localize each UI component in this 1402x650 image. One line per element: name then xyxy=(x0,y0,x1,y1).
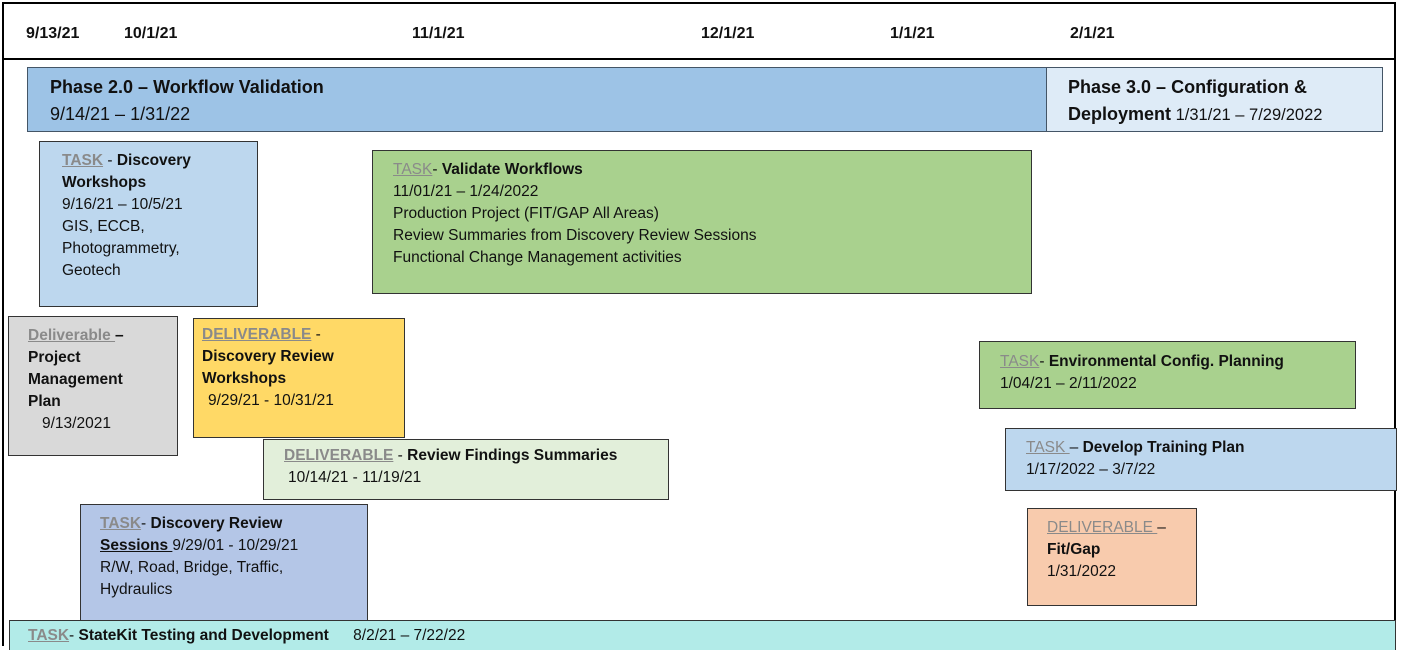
phase-title-cont: Deployment xyxy=(1068,104,1172,124)
deliverable-label: Deliverable xyxy=(28,327,116,344)
deliverable-date: 9/13/2021 xyxy=(42,415,111,432)
task-statekit: TASK- StateKit Testing and Development 8… xyxy=(9,620,1396,650)
task-detail: Hydraulics xyxy=(100,581,173,598)
date-label: 11/1/21 xyxy=(412,25,465,42)
deliverable-review-findings: DELIVERABLE - Review Findings Summaries … xyxy=(263,439,669,500)
task-label: TASK xyxy=(100,515,142,532)
separator: – xyxy=(1157,519,1166,536)
separator: - xyxy=(141,515,151,532)
deliverable-dates: 10/14/21 - 11/19/21 xyxy=(288,469,422,486)
task-label: TASK xyxy=(62,152,104,169)
task-detail: GIS, ECCB, xyxy=(62,218,145,235)
task-label: TASK xyxy=(1000,353,1040,370)
task-environmental-config: TASK- Environmental Config. Planning 1/0… xyxy=(979,341,1356,409)
separator: - xyxy=(1039,353,1049,370)
task-detail: Functional Change Management activities xyxy=(393,249,682,266)
task-detail: Production Project (FIT/GAP All Areas) xyxy=(393,205,659,222)
date-label: 1/1/21 xyxy=(890,25,935,42)
separator: - xyxy=(311,326,321,343)
task-detail: Photogrammetry, xyxy=(62,240,180,257)
date-label: 9/13/21 xyxy=(26,25,80,42)
date-label: 12/1/21 xyxy=(701,25,755,42)
task-dates: 1/17/2022 – 3/7/22 xyxy=(1026,461,1156,478)
deliverable-fit-gap: DELIVERABLE – Fit/Gap 1/31/2022 xyxy=(1027,508,1197,606)
phase-dates: 9/14/21 – 1/31/22 xyxy=(50,104,191,124)
task-discovery-workshops: TASK - Discovery Workshops 9/16/21 – 10/… xyxy=(39,141,258,307)
date-label: 10/1/21 xyxy=(124,25,178,42)
task-label: TASK xyxy=(1026,439,1070,456)
date-header: 9/13/21 10/1/21 11/1/21 12/1/21 1/1/21 2… xyxy=(2,2,1396,60)
task-develop-training-plan: TASK – Develop Training Plan 1/17/2022 –… xyxy=(1005,428,1397,491)
deliverable-title-cont: Workshops xyxy=(202,370,287,387)
separator: – xyxy=(115,327,124,344)
task-title: Develop Training Plan xyxy=(1082,439,1245,456)
task-title-cont: Sessions xyxy=(100,537,173,554)
separator: - xyxy=(69,627,79,644)
separator: - xyxy=(103,152,117,169)
task-discovery-review-sessions: TASK- Discovery Review Sessions 9/29/01 … xyxy=(80,504,368,620)
task-dates: 9/29/01 - 10/29/21 xyxy=(172,537,299,554)
deliverable-title: Project xyxy=(28,349,81,366)
separator: - xyxy=(393,447,408,464)
phase-3-bar: Phase 3.0 – Configuration & Deployment 1… xyxy=(1046,67,1383,132)
deliverable-label: DELIVERABLE xyxy=(1047,519,1158,536)
date-label: 2/1/21 xyxy=(1070,25,1115,42)
deliverable-date: 1/31/2022 xyxy=(1047,563,1116,580)
phase-title: Phase 3.0 – Configuration & xyxy=(1068,77,1308,97)
task-detail: Review Summaries from Discovery Review S… xyxy=(393,227,757,244)
deliverable-title: Discovery Review xyxy=(202,348,334,365)
task-label: TASK xyxy=(393,161,433,178)
task-dates: 9/16/21 – 10/5/21 xyxy=(62,196,183,213)
phase-dates: 1/31/21 – 7/29/2022 xyxy=(1175,106,1323,124)
task-title: StateKit Testing and Development xyxy=(78,627,329,644)
deliverable-title: Fit/Gap xyxy=(1047,541,1101,558)
deliverable-title-cont: Management xyxy=(28,371,123,388)
deliverable-dates: 9/29/21 - 10/31/21 xyxy=(208,392,334,409)
task-title: Discovery Review xyxy=(150,515,283,532)
task-validate-workflows: TASK- Validate Workflows 11/01/21 – 1/24… xyxy=(372,150,1032,294)
separator: - xyxy=(432,161,442,178)
task-dates: 8/2/21 – 7/22/22 xyxy=(353,627,466,644)
task-detail: R/W, Road, Bridge, Traffic, xyxy=(100,559,284,576)
task-label: TASK xyxy=(28,627,70,644)
task-title: Discovery xyxy=(116,152,191,169)
deliverable-label: DELIVERABLE xyxy=(284,447,394,464)
deliverable-discovery-review-workshops: DELIVERABLE - Discovery Review Workshops… xyxy=(193,318,405,438)
phase-title: Phase 2.0 – Workflow Validation xyxy=(50,77,324,97)
separator: – xyxy=(1069,439,1083,456)
task-title-cont: Workshops xyxy=(62,174,147,191)
task-dates: 1/04/21 – 2/11/2022 xyxy=(1000,375,1137,392)
deliverable-title: Review Findings Summaries xyxy=(407,447,618,464)
deliverable-label: DELIVERABLE xyxy=(202,326,312,343)
task-title: Environmental Config. Planning xyxy=(1048,353,1284,370)
task-dates: 11/01/21 – 1/24/2022 xyxy=(393,183,539,200)
task-title: Validate Workflows xyxy=(441,161,583,178)
deliverable-project-management-plan: Deliverable – Project Management Plan 9/… xyxy=(8,316,178,456)
phase-2-bar: Phase 2.0 – Workflow Validation 9/14/21 … xyxy=(27,67,1047,132)
deliverable-title-cont: Plan xyxy=(28,393,61,410)
task-detail: Geotech xyxy=(62,262,121,279)
